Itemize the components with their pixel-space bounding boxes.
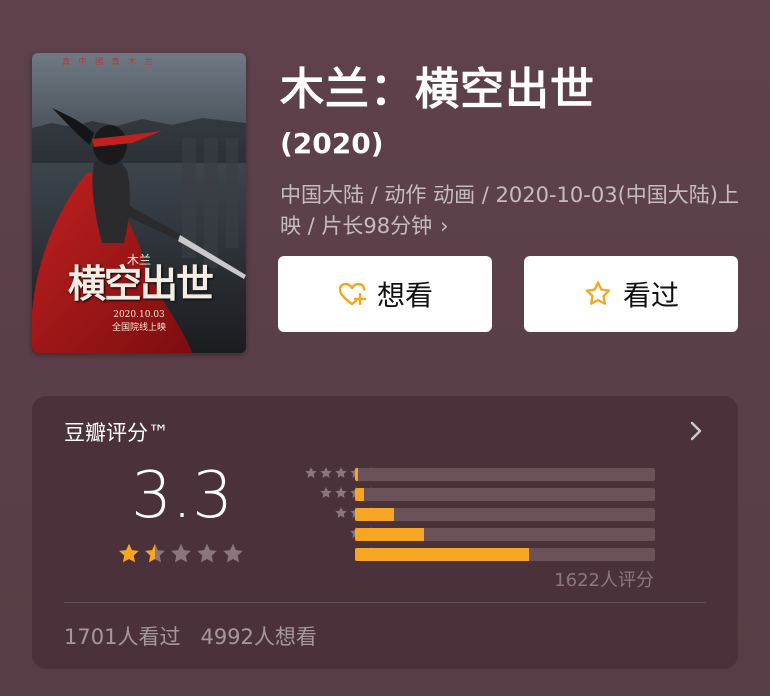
star-gray-icon	[335, 467, 347, 478]
seen-button-label: 看过	[622, 279, 679, 312]
watched-button[interactable]: 看过	[524, 256, 738, 332]
distribution-track	[355, 548, 655, 561]
distribution-row-1-star	[268, 544, 688, 564]
star-filled-icon	[119, 543, 139, 563]
distribution-row-2-star	[268, 524, 688, 544]
rating-distribution	[268, 464, 688, 564]
poster-art	[32, 53, 246, 353]
movie-meta-text: 中国大陆 / 动作 动画 / 2020-10-03(中国大陆)上映 / 片长98…	[280, 183, 739, 238]
movie-detail-page: 真 中 國 真 木 兰 木兰 横空出世 2020.10.03 全国院线上映 木兰…	[0, 0, 770, 696]
rating-score: 3.3	[131, 459, 233, 533]
distribution-track	[355, 508, 655, 521]
star-gray-icon	[335, 507, 347, 518]
want-to-watch-button[interactable]: 想看	[278, 256, 492, 332]
star-outline-icon	[585, 281, 611, 305]
poster-headline: 横空出世	[67, 261, 214, 306]
distribution-bar	[355, 488, 364, 501]
distribution-row-3-star	[268, 504, 688, 524]
star-empty-icon	[223, 543, 243, 563]
movie-year: (2020)	[280, 127, 384, 160]
rating-card[interactable]: 豆瓣评分™ 3.3 1622人评分 1701人看过 4992人想看	[32, 396, 738, 669]
poster-date: 2020.10.03	[113, 310, 165, 320]
chevron-right-icon: ›	[440, 214, 449, 238]
rating-count: 1622人评分	[554, 570, 654, 591]
movie-title: 木兰：横空出世	[280, 64, 595, 115]
star-empty-icon	[197, 543, 217, 563]
divider	[64, 602, 706, 603]
want-count: 4992人想看	[200, 625, 317, 649]
star-gray-icon	[335, 487, 347, 498]
distribution-bar	[355, 528, 424, 541]
poster-release: 2020.10.03 全国院线上映	[46, 309, 232, 335]
distribution-row-4-star	[268, 484, 688, 504]
star-gray-icon	[320, 487, 332, 498]
star-empty-icon	[171, 543, 191, 563]
poster-release-note: 全国院线上映	[111, 323, 166, 333]
star-gray-icon	[305, 467, 317, 478]
rating-stars	[117, 542, 245, 566]
seen-count: 1701人看过	[64, 625, 181, 649]
poster-top-text: 真 中 國 真 木 兰	[62, 57, 156, 66]
chevron-right-icon[interactable]	[686, 416, 706, 446]
distribution-track	[355, 488, 655, 501]
movie-meta[interactable]: 中国大陆 / 动作 动画 / 2020-10-03(中国大陆)上映 / 片长98…	[280, 180, 750, 242]
distribution-track	[355, 528, 655, 541]
distribution-bar	[355, 468, 358, 481]
rating-header: 豆瓣评分™	[64, 421, 169, 445]
distribution-bar	[355, 508, 394, 521]
heart-plus-icon	[338, 282, 367, 306]
distribution-track	[355, 468, 655, 481]
movie-poster[interactable]: 真 中 國 真 木 兰 木兰 横空出世 2020.10.03 全国院线上映	[32, 53, 246, 353]
star-half-icon	[145, 543, 165, 563]
want-button-label: 想看	[376, 279, 433, 312]
distribution-bar	[355, 548, 529, 561]
distribution-row-5-star	[268, 464, 688, 484]
star-gray-icon	[320, 467, 332, 478]
footer-stats: 1701人看过 4992人想看	[64, 622, 317, 652]
